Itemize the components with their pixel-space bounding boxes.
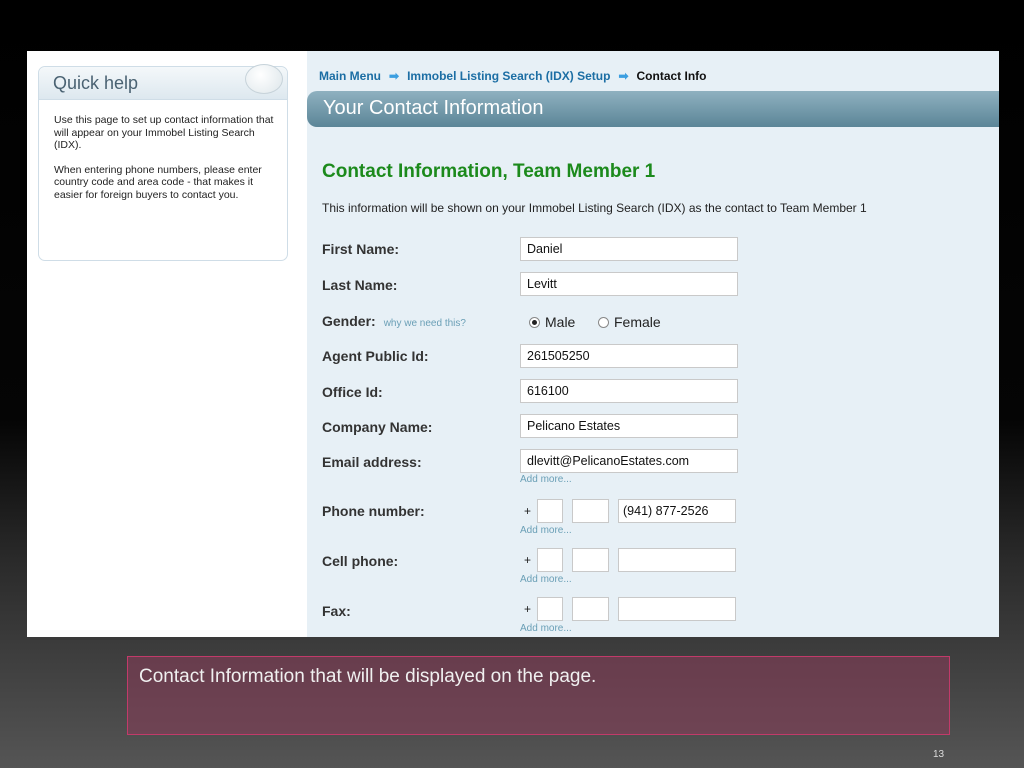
email-input[interactable]: dlevitt@PelicanoEstates.com: [520, 449, 738, 473]
agent-id-input[interactable]: 261505250: [520, 344, 738, 368]
radio-selected-icon: [529, 317, 540, 328]
why-we-need-this-link[interactable]: why we need this?: [384, 318, 466, 329]
fax-plus: +: [524, 602, 532, 616]
cell-plus: +: [524, 553, 532, 567]
info-text: This information will be shown on your I…: [322, 201, 867, 215]
breadcrumb-idx-setup[interactable]: Immobel Listing Search (IDX) Setup: [407, 69, 610, 83]
breadcrumb: Main Menu ➡ Immobel Listing Search (IDX) S…: [319, 69, 707, 83]
cell-country-code-input[interactable]: [537, 548, 563, 572]
cell-number-input[interactable]: [618, 548, 736, 572]
phone-add-more-link[interactable]: Add more...: [520, 525, 572, 536]
company-name-label: Company Name:: [322, 419, 433, 435]
arrow-right-icon: ➡: [389, 69, 400, 83]
gender-male-radio[interactable]: Male: [529, 314, 575, 330]
fax-country-code-input[interactable]: [537, 597, 563, 621]
slide-caption: Contact Information that will be display…: [139, 666, 597, 687]
cell-phone-label: Cell phone:: [322, 553, 399, 569]
fax-label: Fax:: [322, 603, 351, 619]
fax-area-code-input[interactable]: [572, 597, 609, 621]
first-name-input[interactable]: Daniel: [520, 237, 738, 261]
breadcrumb-current: Contact Info: [636, 69, 707, 83]
gender-female-radio[interactable]: Female: [598, 314, 661, 330]
quick-help-text-2: When entering phone numbers, please ente…: [54, 163, 262, 201]
slide-caption-box: Contact Information that will be display…: [127, 656, 950, 735]
cell-area-code-input[interactable]: [572, 548, 609, 572]
cell-add-more-link[interactable]: Add more...: [520, 574, 572, 585]
fax-number-input[interactable]: [618, 597, 736, 621]
last-name-label: Last Name:: [322, 277, 398, 293]
gender-female-label: Female: [614, 314, 661, 330]
page-number: 13: [933, 749, 945, 760]
quick-help-text-1: Use this page to set up contact informat…: [54, 114, 274, 152]
phone-number-input[interactable]: (941) 877-2526: [618, 499, 736, 523]
email-label: Email address:: [322, 454, 422, 470]
gender-label: Gender: why we need this?: [322, 313, 466, 329]
quick-help-title: Quick help: [53, 73, 139, 93]
phone-country-code-input[interactable]: [537, 499, 563, 523]
main-content: Main Menu ➡ Immobel Listing Search (IDX) S…: [307, 51, 999, 637]
phone-plus: +: [524, 504, 532, 518]
breadcrumb-main-menu[interactable]: Main Menu: [319, 69, 381, 83]
page-title: Your Contact Information: [323, 97, 544, 119]
fax-add-more-link[interactable]: Add more...: [520, 623, 572, 634]
quick-help-panel: Quick help Use this page to set up conta…: [38, 64, 288, 261]
phone-area-code-input[interactable]: [572, 499, 609, 523]
office-id-input[interactable]: 616100: [520, 379, 738, 403]
radio-unselected-icon: [598, 317, 609, 328]
agent-id-label: Agent Public Id:: [322, 348, 429, 364]
office-id-label: Office Id:: [322, 384, 383, 400]
company-name-input[interactable]: Pelicano Estates: [520, 414, 738, 438]
phone-label: Phone number:: [322, 503, 425, 519]
screenshot: Quick help Use this page to set up conta…: [27, 51, 999, 637]
gender-male-label: Male: [545, 314, 576, 330]
speech-bubble-icon: [245, 64, 283, 94]
quick-help-header: Quick help: [39, 64, 287, 100]
section-title: Contact Information, Team Member 1: [322, 161, 656, 182]
gender-label-text: Gender:: [322, 313, 376, 329]
first-name-label: First Name:: [322, 241, 400, 257]
arrow-right-icon: ➡: [618, 69, 629, 83]
last-name-input[interactable]: Levitt: [520, 272, 738, 296]
page-title-bar: Your Contact Information: [307, 91, 999, 127]
email-add-more-link[interactable]: Add more...: [520, 474, 572, 485]
